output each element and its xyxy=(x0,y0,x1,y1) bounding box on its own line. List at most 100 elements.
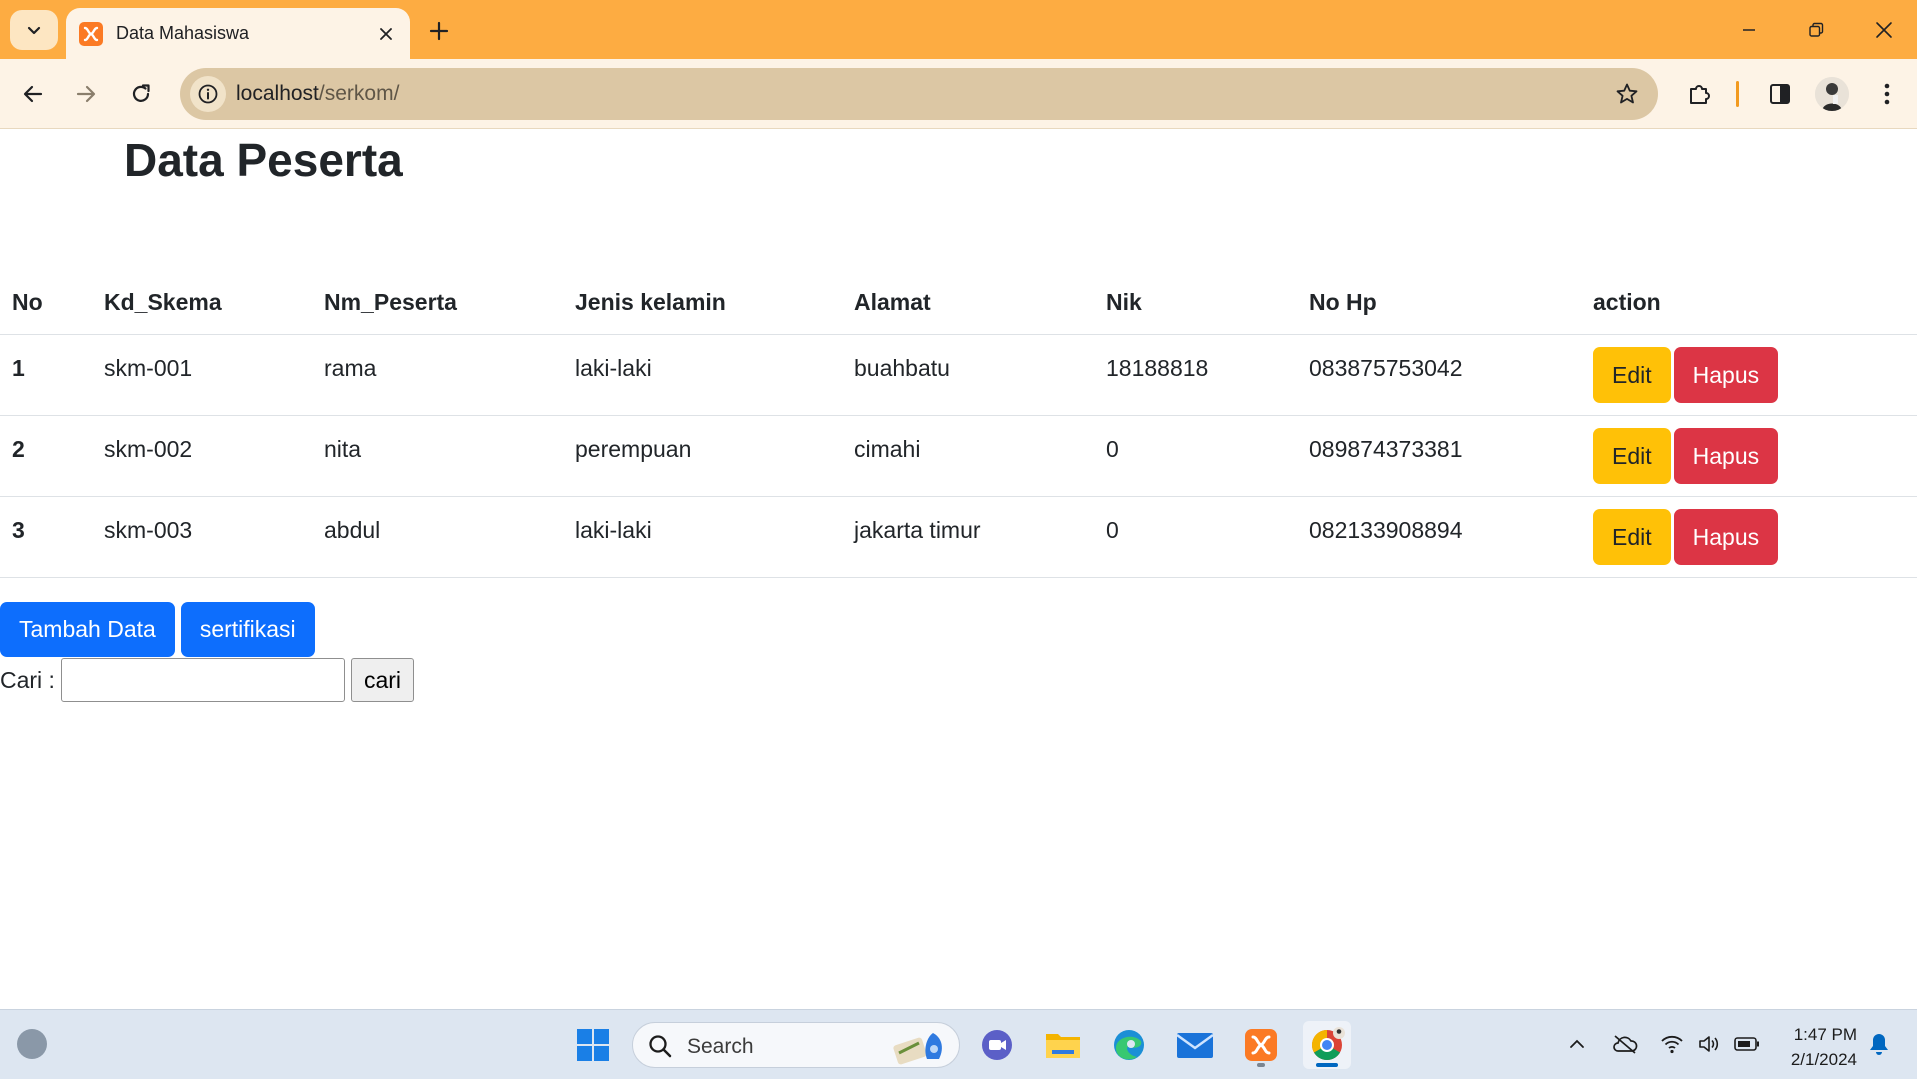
page-title: Data Peserta xyxy=(124,134,403,186)
star-icon xyxy=(1616,83,1638,104)
chevron-down-icon xyxy=(27,26,41,35)
start-button[interactable] xyxy=(569,1021,617,1069)
search-icon xyxy=(649,1035,672,1058)
battery-tray-button[interactable] xyxy=(1732,1029,1762,1059)
taskbar-search-placeholder: Search xyxy=(687,1035,754,1058)
side-panel-icon xyxy=(1770,84,1790,104)
minimize-button[interactable] xyxy=(1716,8,1782,52)
taskbar-search[interactable]: Search xyxy=(632,1022,960,1068)
onedrive-tray-button[interactable] xyxy=(1610,1029,1640,1059)
notifications-button[interactable] xyxy=(1864,1029,1894,1059)
address-bar[interactable]: localhost/serkom/ xyxy=(180,68,1658,120)
taskbar-edge[interactable] xyxy=(1105,1021,1153,1069)
cell-no-hp: 089874373381 xyxy=(1297,415,1581,497)
edit-button[interactable]: Edit xyxy=(1593,508,1671,565)
wifi-icon xyxy=(1661,1035,1683,1054)
close-icon xyxy=(1876,22,1892,38)
reload-button[interactable] xyxy=(119,72,163,116)
bell-icon xyxy=(1870,1034,1888,1055)
cell-no: 1 xyxy=(0,334,92,416)
wifi-tray-button[interactable] xyxy=(1657,1029,1687,1059)
taskbar-meet-app[interactable] xyxy=(973,1021,1021,1069)
cell-nm-peserta: rama xyxy=(312,334,563,416)
system-clock[interactable]: 1:47 PM 2/1/2024 xyxy=(1791,1022,1857,1072)
data-table: No Kd_Skema Nm_Peserta Jenis kelamin Ala… xyxy=(0,272,1917,578)
actions-bar: Tambah Data sertifikasi xyxy=(0,602,317,657)
edit-button[interactable]: Edit xyxy=(1593,346,1671,403)
cell-action: Edit Hapus xyxy=(1581,415,1917,497)
taskbar-file-explorer[interactable] xyxy=(1039,1021,1087,1069)
running-indicator xyxy=(1257,1063,1265,1067)
cell-alamat: jakarta timur xyxy=(842,496,1094,578)
tambah-data-button[interactable]: Tambah Data xyxy=(0,602,175,657)
chrome-icon xyxy=(1311,1027,1345,1061)
cell-action: Edit Hapus xyxy=(1581,334,1917,416)
search-highlight-icon xyxy=(893,1033,942,1065)
table-row: 2 skm-002 nita perempuan cimahi 0 089874… xyxy=(0,415,1917,497)
show-hidden-icons-button[interactable] xyxy=(1562,1029,1592,1059)
edit-button[interactable]: Edit xyxy=(1593,427,1671,484)
minimize-icon xyxy=(1743,29,1755,31)
video-chat-icon xyxy=(982,1030,1012,1060)
cell-nm-peserta: abdul xyxy=(312,496,563,578)
plus-icon xyxy=(429,21,449,41)
search-label: Cari : xyxy=(0,666,55,693)
hapus-button[interactable]: Hapus xyxy=(1673,346,1779,403)
chevron-up-icon xyxy=(1570,1039,1584,1048)
cell-no-hp: 083875753042 xyxy=(1297,334,1581,416)
battery-icon xyxy=(1734,1037,1759,1051)
cari-button[interactable]: cari xyxy=(350,658,415,702)
browser-toolbar: localhost/serkom/ xyxy=(0,59,1917,129)
volume-tray-button[interactable] xyxy=(1695,1029,1725,1059)
table-row: 3 skm-003 abdul laki-laki jakarta timur … xyxy=(0,496,1917,578)
taskbar-mail[interactable] xyxy=(1171,1021,1219,1069)
cell-kd-skema: skm-003 xyxy=(92,496,312,578)
column-header-no: No xyxy=(0,272,92,335)
search-input[interactable] xyxy=(60,658,345,702)
column-header-nik: Nik xyxy=(1094,272,1297,335)
speaker-icon xyxy=(1699,1036,1719,1052)
active-indicator xyxy=(1316,1063,1338,1067)
cell-nik: 0 xyxy=(1094,415,1297,497)
column-header-action: action xyxy=(1581,272,1917,335)
back-button[interactable] xyxy=(11,72,55,116)
weather-widget-icon[interactable] xyxy=(14,1026,50,1062)
clock-date: 2/1/2024 xyxy=(1790,1050,1857,1069)
bookmark-button[interactable] xyxy=(1612,79,1642,109)
cell-jenis-kelamin: laki-laki xyxy=(563,334,842,416)
xampp-favicon-icon xyxy=(79,21,103,46)
forward-button[interactable] xyxy=(64,72,108,116)
cell-no: 2 xyxy=(0,415,92,497)
cell-alamat: cimahi xyxy=(842,415,1094,497)
sertifikasi-button[interactable]: sertifikasi xyxy=(180,602,315,657)
column-header-no-hp: No Hp xyxy=(1297,272,1581,335)
column-header-nm-peserta: Nm_Peserta xyxy=(312,272,563,335)
taskbar-xampp[interactable] xyxy=(1237,1021,1285,1069)
hapus-button[interactable]: Hapus xyxy=(1673,508,1779,565)
mail-icon xyxy=(1176,1033,1214,1058)
edge-browser-icon xyxy=(1114,1030,1144,1060)
cell-action: Edit Hapus xyxy=(1581,496,1917,578)
menu-button[interactable] xyxy=(1866,73,1908,115)
restore-button[interactable] xyxy=(1783,8,1849,52)
table-row: 1 skm-001 rama laki-laki buahbatu 181888… xyxy=(0,334,1917,416)
side-panel-button[interactable] xyxy=(1759,73,1801,115)
reload-icon xyxy=(132,84,150,102)
taskbar: Search 1:47 PM 2/1/2024 xyxy=(0,1009,1917,1079)
cell-no: 3 xyxy=(0,496,92,578)
info-icon xyxy=(198,84,218,104)
site-info-button[interactable] xyxy=(190,76,226,112)
tab-close-button[interactable] xyxy=(372,20,400,48)
profile-avatar[interactable] xyxy=(1815,77,1849,111)
close-window-button[interactable] xyxy=(1851,8,1917,52)
arrow-right-icon xyxy=(76,85,96,103)
tab-search-button[interactable] xyxy=(10,10,58,50)
extensions-button[interactable] xyxy=(1679,73,1721,115)
hapus-button[interactable]: Hapus xyxy=(1673,427,1779,484)
browser-tab-active[interactable]: Data Mahasiswa xyxy=(66,8,410,59)
clock-time: 1:47 PM xyxy=(1793,1025,1857,1044)
xampp-icon xyxy=(1245,1029,1277,1061)
new-tab-button[interactable] xyxy=(422,14,456,48)
taskbar-chrome[interactable] xyxy=(1303,1021,1351,1069)
cell-alamat: buahbatu xyxy=(842,334,1094,416)
